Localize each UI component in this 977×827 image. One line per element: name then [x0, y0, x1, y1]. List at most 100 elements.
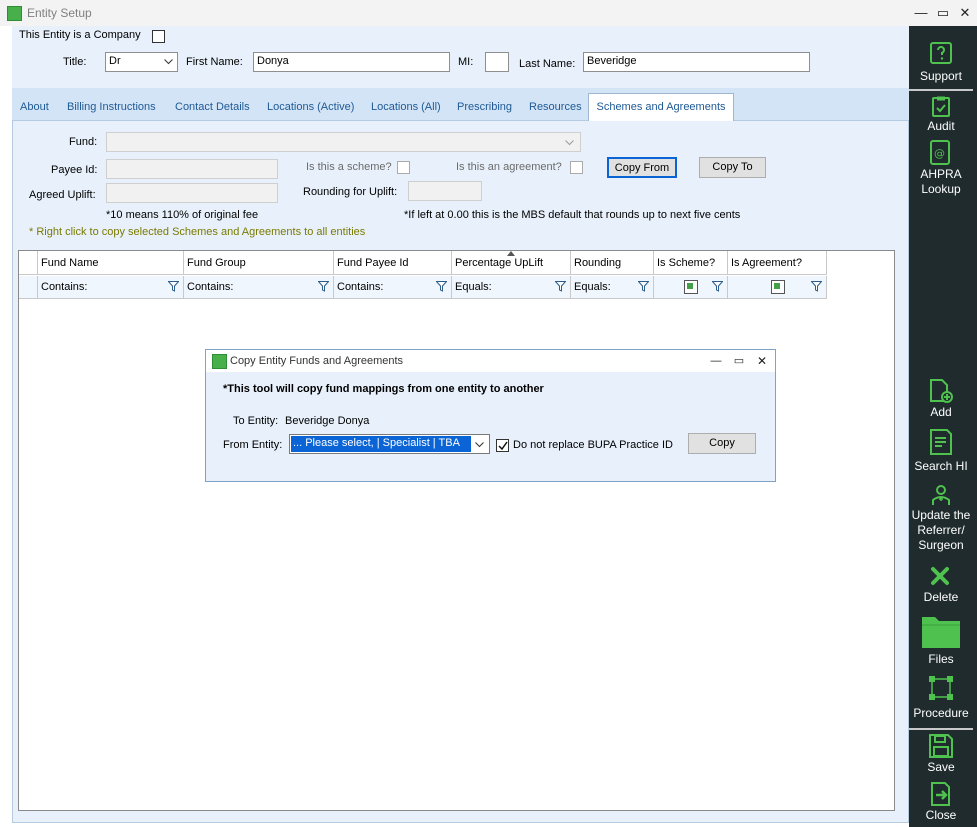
tab-contact-details[interactable]: Contact Details: [175, 97, 250, 119]
procedure-icon: [927, 674, 955, 705]
schemes-grid[interactable]: [18, 250, 895, 811]
uplift-note: *10 means 110% of original fee: [106, 209, 259, 221]
add-button[interactable]: Add: [909, 405, 973, 420]
chevron-down-icon: [164, 59, 173, 65]
filter-operator: Contains:: [187, 281, 234, 293]
tab-locations-all[interactable]: Locations (All): [371, 97, 441, 119]
filter-operator: Contains:: [41, 281, 88, 293]
dialog-logo-icon: [212, 354, 227, 369]
audit-button[interactable]: Audit: [909, 119, 973, 134]
indeterminate-checkbox-icon[interactable]: [771, 280, 785, 294]
column-header-rounding[interactable]: Rounding: [571, 251, 654, 275]
support-icon: [929, 42, 953, 69]
files-button[interactable]: Files: [909, 652, 973, 667]
company-label: This Entity is a Company: [19, 29, 141, 41]
fund-select[interactable]: [106, 132, 581, 152]
tab-resources[interactable]: Resources: [529, 97, 582, 119]
grid-corner: [19, 251, 38, 275]
indeterminate-checkbox-icon[interactable]: [684, 280, 698, 294]
delete-button[interactable]: Delete: [909, 590, 973, 605]
column-header-is-scheme[interactable]: Is Scheme?: [654, 251, 728, 275]
title-select[interactable]: Dr: [105, 52, 178, 72]
from-entity-selected-value: ... Please select, | Specialist | TBA: [291, 436, 471, 452]
filter-row-corner: [19, 276, 38, 299]
update-referrer-button[interactable]: Update the Referrer/ Surgeon: [909, 508, 973, 553]
rounding-uplift-input[interactable]: [408, 181, 482, 201]
add-icon: [928, 378, 954, 407]
is-scheme-checkbox[interactable]: [397, 161, 410, 174]
column-header-fund-payee-id[interactable]: Fund Payee Id: [334, 251, 452, 275]
rounding-note: *If left at 0.00 this is the MBS default…: [404, 209, 741, 221]
filter-fund-group[interactable]: Contains:: [184, 276, 334, 299]
filter-is-scheme[interactable]: [654, 276, 728, 299]
company-checkbox[interactable]: [152, 30, 165, 43]
last-name-input[interactable]: Beveridge: [583, 52, 810, 72]
title-label: Title:: [63, 56, 87, 68]
agreed-uplift-label: Agreed Uplift:: [29, 189, 96, 201]
filter-icon[interactable]: [712, 281, 723, 292]
save-button[interactable]: Save: [909, 760, 973, 775]
is-agreement-label: Is this an agreement?: [456, 161, 562, 173]
ahpra-lookup-icon: @: [928, 140, 952, 169]
tab-about[interactable]: About: [20, 97, 49, 119]
dialog-copy-button[interactable]: Copy: [688, 433, 756, 454]
column-header-fund-group[interactable]: Fund Group: [184, 251, 334, 275]
filter-icon[interactable]: [811, 281, 822, 292]
payee-id-input[interactable]: [106, 159, 278, 179]
dialog-maximize-button[interactable]: ▭: [729, 352, 749, 370]
dialog-close-button[interactable]: ✕: [752, 352, 772, 370]
fund-label: Fund:: [69, 136, 98, 148]
filter-is-agreement[interactable]: [728, 276, 827, 299]
tab-billing-instructions[interactable]: Billing Instructions: [67, 97, 156, 119]
dialog-minimize-button[interactable]: —: [706, 352, 726, 370]
filter-operator: Contains:: [337, 281, 384, 293]
folder-icon: [921, 613, 961, 652]
mi-input[interactable]: [485, 52, 509, 72]
referrer-icon: [931, 484, 951, 509]
mi-label: MI:: [458, 56, 474, 68]
tab-schemes-and-agreements[interactable]: Schemes and Agreements: [588, 93, 734, 121]
ahpra-lookup-button[interactable]: AHPRA Lookup: [909, 167, 973, 197]
no-replace-bupa-checkbox[interactable]: [496, 439, 509, 452]
search-hi-icon: [929, 428, 953, 459]
to-entity-label: To Entity:: [233, 415, 279, 427]
search-hi-button[interactable]: Search HI: [909, 459, 973, 474]
filter-icon[interactable]: [638, 281, 649, 292]
percentage-uplift-header-label: Percentage UpLift: [455, 257, 544, 269]
first-name-input[interactable]: Donya: [253, 52, 450, 72]
column-header-is-agreement[interactable]: Is Agreement?: [728, 251, 827, 275]
close-window-button[interactable]: ✕: [955, 4, 975, 22]
procedure-button[interactable]: Procedure: [909, 706, 973, 721]
copy-from-button[interactable]: Copy From: [607, 157, 677, 178]
tab-prescribing[interactable]: Prescribing: [457, 97, 512, 119]
maximize-button[interactable]: ▭: [933, 4, 953, 22]
close-icon: [929, 781, 953, 810]
last-name-label: Last Name:: [519, 58, 576, 70]
copy-to-button[interactable]: Copy To: [699, 157, 766, 178]
filter-icon[interactable]: [168, 281, 179, 292]
filter-icon[interactable]: [436, 281, 447, 292]
filter-operator: Equals:: [455, 281, 492, 293]
from-entity-label: From Entity:: [223, 439, 283, 451]
support-button[interactable]: Support: [909, 69, 973, 84]
filter-fund-payee-id[interactable]: Contains:: [334, 276, 452, 299]
payee-id-label: Payee Id:: [51, 164, 98, 176]
checkmark-icon: [498, 441, 508, 451]
tab-locations-active[interactable]: Locations (Active): [267, 97, 354, 119]
column-header-percentage-uplift[interactable]: Percentage UpLift: [452, 251, 571, 275]
filter-icon[interactable]: [555, 281, 566, 292]
filter-rounding[interactable]: Equals:: [571, 276, 654, 299]
chevron-down-icon: [565, 140, 574, 146]
filter-fund-name[interactable]: Contains:: [38, 276, 184, 299]
to-entity-value: Beveridge Donya: [285, 415, 370, 427]
is-agreement-checkbox[interactable]: [570, 161, 583, 174]
is-scheme-label: Is this a scheme?: [306, 161, 392, 173]
title-select-value: Dr: [109, 55, 121, 67]
agreed-uplift-input[interactable]: [106, 183, 278, 203]
sort-ascending-icon: [507, 251, 515, 256]
close-button[interactable]: Close: [909, 808, 973, 823]
filter-icon[interactable]: [318, 281, 329, 292]
minimize-button[interactable]: —: [911, 4, 931, 22]
filter-percentage-uplift[interactable]: Equals:: [452, 276, 571, 299]
column-header-fund-name[interactable]: Fund Name: [38, 251, 184, 275]
